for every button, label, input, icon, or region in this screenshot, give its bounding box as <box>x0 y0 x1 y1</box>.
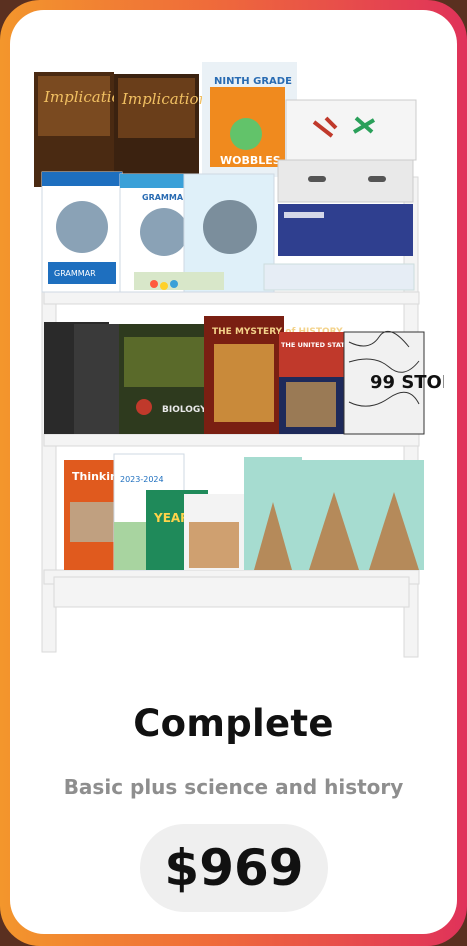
product-subtitle: Basic plus science and history <box>63 775 404 799</box>
bookshelf-image: Implications Implications NINTH GRADE WO… <box>34 62 444 658</box>
biology-label: BIOLOGY <box>162 405 207 415</box>
price-value: $969 <box>164 839 304 897</box>
top-shelf-books: Implications Implications NINTH GRADE WO… <box>34 62 417 293</box>
price-badge: $969 <box>140 824 328 912</box>
planner-year-label: 2023-2024 <box>120 475 164 484</box>
ninth-grade-label: NINTH GRADE <box>214 76 292 87</box>
grammar-title-2: GRAMMAR <box>142 193 189 202</box>
product-card[interactable]: Implications Implications NINTH GRADE WO… <box>10 10 457 934</box>
card-frame: Implications Implications NINTH GRADE WO… <box>0 0 467 946</box>
implications-title-2: Implications <box>121 90 216 108</box>
grammar-title-1: GRAMMAR <box>54 269 96 278</box>
product-title: Complete <box>133 702 334 745</box>
bottom-shelf-books: Thinking 2023-2024 YEAR NATURE <box>64 453 424 571</box>
middle-shelf-books: BIOLOGY THE MYSTERY of HISTORY THE UNITE… <box>44 316 444 435</box>
wobbles-label: WOBBLES <box>220 154 281 167</box>
stories-label: 99 STORIES <box>370 372 444 393</box>
